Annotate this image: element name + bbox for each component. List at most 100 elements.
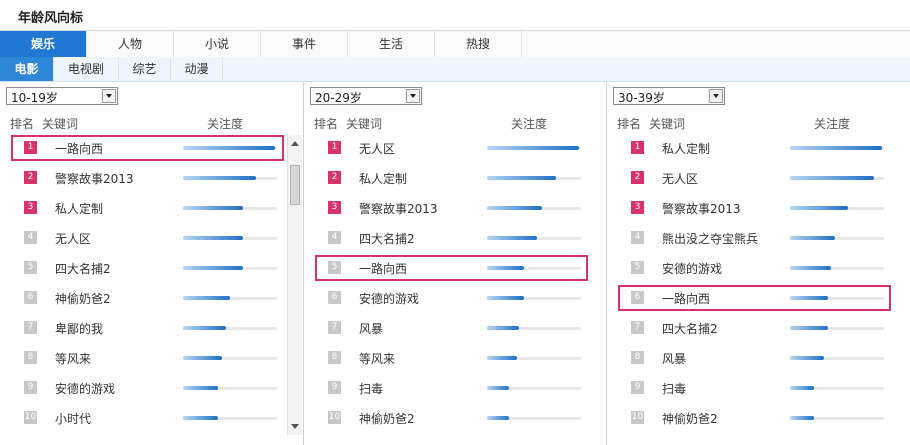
dropdown-arrow-icon[interactable] (709, 89, 723, 103)
ranking-row[interactable]: 2 无人区 (607, 163, 907, 193)
keyword-link[interactable]: 风暴 (359, 320, 383, 337)
keyword-link[interactable]: 安德的游戏 (55, 380, 115, 397)
ranking-row[interactable]: 4 熊出没之夺宝熊兵 (607, 223, 907, 253)
keyword-link[interactable]: 等风来 (359, 350, 395, 367)
ranking-row[interactable]: 2 私人定制 (304, 163, 604, 193)
dropdown-arrow-icon[interactable] (406, 89, 420, 103)
dropdown-arrow-icon[interactable] (102, 89, 116, 103)
tab-life[interactable]: 生活 (348, 31, 435, 57)
age-select-value: 10-19岁 (11, 91, 58, 105)
keyword-link[interactable]: 无人区 (55, 230, 91, 247)
keyword-link[interactable]: 无人区 (662, 170, 698, 187)
keyword-link[interactable]: 四大名捕2 (55, 260, 111, 277)
ranking-row[interactable]: 1 私人定制 (607, 133, 907, 163)
rank-badge: 10 (631, 411, 644, 424)
keyword-link[interactable]: 神偷奶爸2 (55, 290, 111, 307)
keyword-link[interactable]: 扫毒 (662, 380, 686, 397)
ranking-row[interactable]: 7 四大名捕2 (607, 313, 907, 343)
ranking-row[interactable]: 2 警察故事2013 (0, 163, 300, 193)
ranking-row[interactable]: 8 等风来 (304, 343, 604, 373)
ranking-row[interactable]: 6 安德的游戏 (304, 283, 604, 313)
rank-badge: 10 (328, 411, 341, 424)
tab-people[interactable]: 人物 (87, 31, 174, 57)
scrollbar[interactable] (287, 135, 302, 435)
keyword-link[interactable]: 神偷奶爸2 (359, 410, 415, 427)
ranking-row[interactable]: 3 私人定制 (0, 193, 300, 223)
attention-bar (487, 296, 581, 300)
keyword-link[interactable]: 熊出没之夺宝熊兵 (662, 230, 758, 247)
attention-bar (790, 326, 884, 330)
keyword-link[interactable]: 私人定制 (662, 140, 710, 157)
keyword-link[interactable]: 一路向西 (55, 140, 103, 157)
keyword-link[interactable]: 卑鄙的我 (55, 320, 103, 337)
ranking-row[interactable]: 10 神偷奶爸2 (304, 403, 604, 433)
ranking-row[interactable]: 7 风暴 (304, 313, 604, 343)
rank-badge: 1 (24, 141, 37, 154)
rank-badge: 9 (24, 381, 37, 394)
age-select[interactable]: 20-29岁 (310, 87, 422, 105)
attention-bar-fill (183, 206, 243, 210)
keyword-link[interactable]: 四大名捕2 (662, 320, 718, 337)
ranking-row[interactable]: 5 安德的游戏 (607, 253, 907, 283)
keyword-link[interactable]: 扫毒 (359, 380, 383, 397)
ranking-row[interactable]: 5 一路向西 (304, 253, 604, 283)
scroll-down-icon[interactable] (291, 424, 299, 429)
rank-badge: 1 (328, 141, 341, 154)
keyword-link[interactable]: 四大名捕2 (359, 230, 415, 247)
rank-badge: 3 (24, 201, 37, 214)
keyword-link[interactable]: 一路向西 (662, 290, 710, 307)
age-select-value: 30-39岁 (618, 91, 665, 105)
keyword-link[interactable]: 等风来 (55, 350, 91, 367)
attention-bar-fill (183, 296, 230, 300)
keyword-link[interactable]: 私人定制 (359, 170, 407, 187)
ranking-row[interactable]: 9 扫毒 (607, 373, 907, 403)
keyword-link[interactable]: 警察故事2013 (55, 170, 134, 187)
ranking-row[interactable]: 10 小时代 (0, 403, 300, 433)
attention-bar (183, 416, 277, 420)
keyword-link[interactable]: 风暴 (662, 350, 686, 367)
age-select[interactable]: 30-39岁 (613, 87, 725, 105)
subtab-anime[interactable]: 动漫 (171, 57, 223, 81)
ranking-row[interactable]: 4 无人区 (0, 223, 300, 253)
ranking-row[interactable]: 4 四大名捕2 (304, 223, 604, 253)
subtab-tv[interactable]: 电视剧 (54, 57, 119, 81)
keyword-link[interactable]: 警察故事2013 (662, 200, 741, 217)
keyword-link[interactable]: 一路向西 (359, 260, 407, 277)
tab-ent[interactable]: 娱乐 (0, 31, 87, 57)
attention-bar (790, 236, 884, 240)
keyword-link[interactable]: 私人定制 (55, 200, 103, 217)
ranking-row[interactable]: 1 一路向西 (0, 133, 300, 163)
subtab-movie[interactable]: 电影 (0, 57, 54, 81)
subtab-variety[interactable]: 综艺 (119, 57, 171, 81)
tab-novel[interactable]: 小说 (174, 31, 261, 57)
tab-hot-search[interactable]: 热搜 (435, 31, 522, 57)
scroll-thumb[interactable] (290, 165, 300, 205)
keyword-link[interactable]: 安德的游戏 (662, 260, 722, 277)
ranking-row[interactable]: 9 扫毒 (304, 373, 604, 403)
ranking-row[interactable]: 8 等风来 (0, 343, 300, 373)
keyword-link[interactable]: 安德的游戏 (359, 290, 419, 307)
rank-badge: 4 (631, 231, 644, 244)
ranking-row[interactable]: 8 风暴 (607, 343, 907, 373)
ranking-row[interactable]: 3 警察故事2013 (607, 193, 907, 223)
ranking-row[interactable]: 7 卑鄙的我 (0, 313, 300, 343)
ranking-row[interactable]: 9 安德的游戏 (0, 373, 300, 403)
scroll-up-icon[interactable] (291, 141, 299, 146)
tab-event[interactable]: 事件 (261, 31, 348, 57)
ranking-row[interactable]: 3 警察故事2013 (304, 193, 604, 223)
header-keyword: 关键词 (346, 117, 383, 131)
rank-badge: 8 (631, 351, 644, 364)
ranking-row[interactable]: 1 无人区 (304, 133, 604, 163)
header-keyword: 关键词 (649, 117, 686, 131)
keyword-link[interactable]: 小时代 (55, 410, 91, 427)
keyword-link[interactable]: 神偷奶爸2 (662, 410, 718, 427)
ranking-row[interactable]: 5 四大名捕2 (0, 253, 300, 283)
ranking-row[interactable]: 10 神偷奶爸2 (607, 403, 907, 433)
keyword-link[interactable]: 无人区 (359, 140, 395, 157)
ranking-row[interactable]: 6 神偷奶爸2 (0, 283, 300, 313)
age-select[interactable]: 10-19岁 (6, 87, 118, 105)
rank-badge: 2 (24, 171, 37, 184)
ranking-row[interactable]: 6 一路向西 (607, 283, 907, 313)
page-title: 年龄风向标 (18, 11, 84, 26)
keyword-link[interactable]: 警察故事2013 (359, 200, 438, 217)
